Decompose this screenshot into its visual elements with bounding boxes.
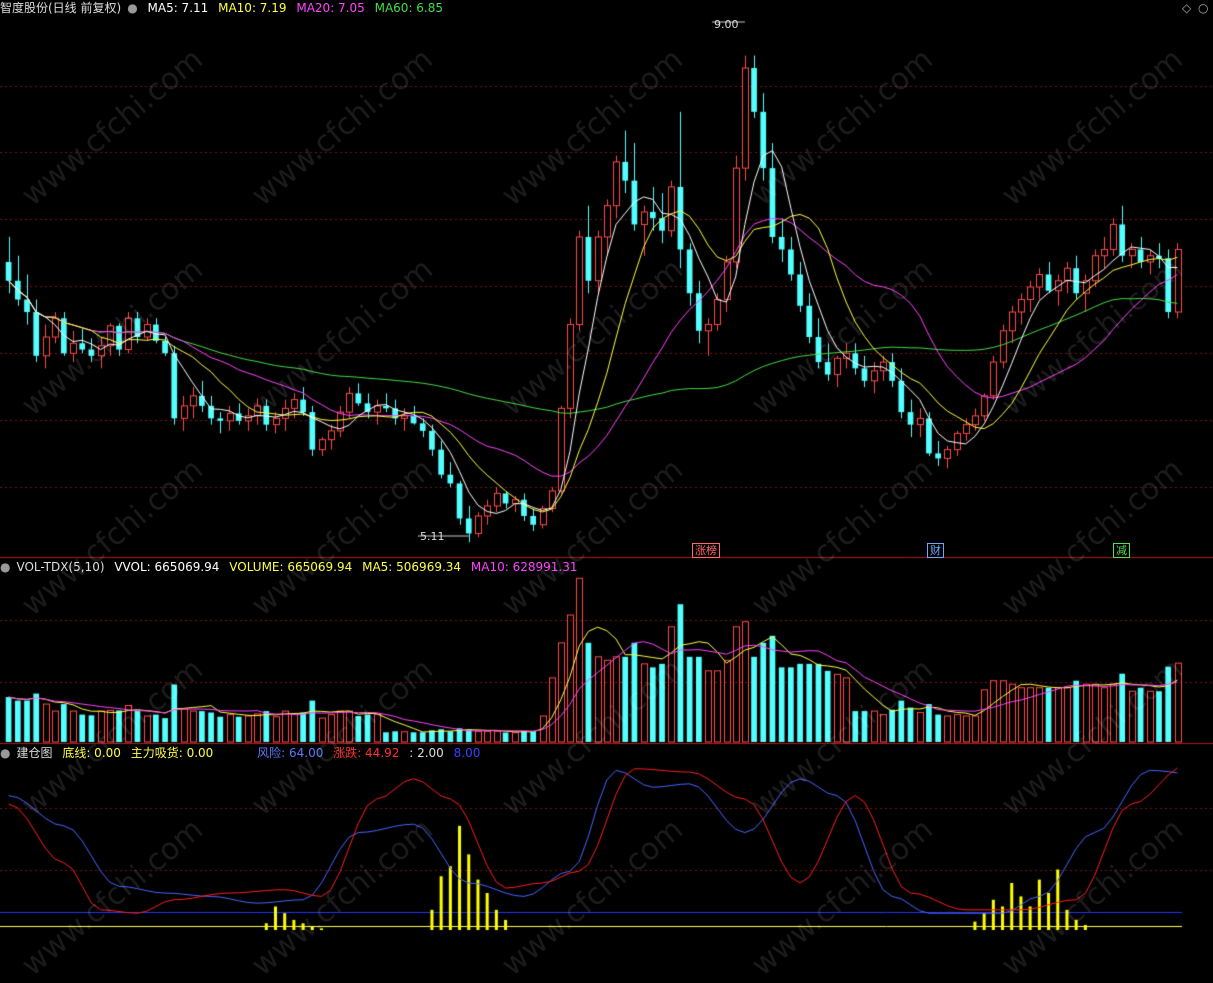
close-icon[interactable]: ○ (1198, 1, 1208, 15)
ma60-label: MA60: 6.85 (374, 1, 444, 15)
vol-ma5-label: MA5: 506969.34 (362, 560, 462, 574)
high-price-label: 9.00 (714, 18, 739, 31)
event-tag-limit-up[interactable]: 涨榜 (692, 543, 720, 558)
change-label: 涨跌: 44.92 (333, 746, 400, 760)
volume-label: VOLUME: 665069.94 (229, 560, 353, 574)
ma5-label: MA5: 7.11 (147, 1, 209, 15)
main-header: 智度股份(日线 前复权) ● MA5: 7.11 MA10: 7.19 MA20:… (0, 0, 449, 16)
val8-label: 8.00 (453, 746, 481, 760)
kline-canvas[interactable] (0, 0, 1213, 932)
ma10-label: MA10: 7.19 (218, 1, 287, 15)
indicator-header: ● 建仓图 底线: 0.00 主力吸货: 0.00 风险: 64.00 涨跌: 4… (0, 745, 486, 761)
main-absorb-label: 主力吸货: 0.00 (130, 746, 214, 760)
vol-header: ● VOL-TDX(5,10) VVOL: 665069.94 VOLUME: 6… (0, 559, 583, 575)
event-tag-reduce[interactable]: 减 (1113, 543, 1130, 558)
vol-ma10-label: MA10: 628991.31 (470, 560, 578, 574)
chart-title[interactable]: 智度股份(日线 前复权) (0, 1, 121, 15)
bottom-line-label: 底线: 0.00 (62, 746, 121, 760)
val2-label: : 2.00 (409, 746, 444, 760)
diamond-icon[interactable]: ◇ (1182, 1, 1191, 15)
low-price-label: 5.11 (420, 530, 445, 543)
event-tag-finance[interactable]: 财 (927, 543, 944, 558)
dropdown-icon[interactable]: ● (0, 560, 10, 574)
dropdown-icon[interactable]: ● (0, 746, 10, 760)
dropdown-icon[interactable]: ● (127, 1, 137, 15)
risk-label: 风险: 64.00 (257, 746, 324, 760)
vvol-label: VVOL: 665069.94 (114, 560, 220, 574)
vol-title[interactable]: VOL-TDX(5,10) (16, 560, 104, 574)
ma20-label: MA20: 7.05 (296, 1, 365, 15)
indicator-title[interactable]: 建仓图 (16, 746, 52, 760)
